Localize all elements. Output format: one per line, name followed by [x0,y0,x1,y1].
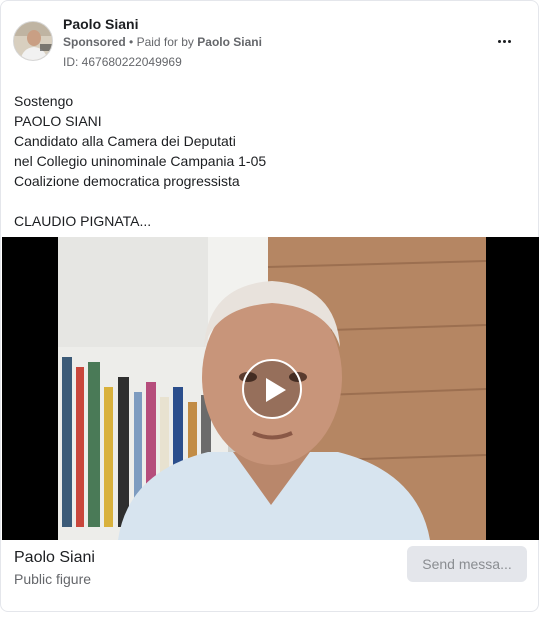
body-line: PAOLO SIANI [14,113,102,129]
more-horizontal-icon [497,39,512,43]
avatar[interactable] [13,21,53,61]
ad-body-text: Sostengo PAOLO SIANI Candidato alla Came… [14,91,525,231]
play-button[interactable] [242,359,302,419]
body-line: Coalizione democratica progressista [14,173,240,189]
body-line [14,191,525,211]
body-line: nel Collegio uninominale Campania 1-05 [14,153,267,169]
sponsor-line: Sponsored • Paid for by Paolo Siani [63,35,262,49]
ad-footer: Paolo Siani Public figure Send messa... [1,541,539,611]
send-message-button[interactable]: Send messa... [407,546,527,582]
page-name[interactable]: Paolo Siani [63,16,138,32]
body-line: Candidato alla Camera dei Deputati [14,133,236,149]
ad-header: Paolo Siani Sponsored • Paid for by Paol… [13,15,526,71]
sponsored-label: Sponsored [63,35,126,49]
ad-id: ID: 467680222049969 [63,55,182,69]
avatar-image [14,22,52,60]
paid-for-name: Paolo Siani [197,35,262,49]
footer-page-category: Public figure [14,571,92,587]
more-options-button[interactable] [490,29,518,53]
footer-page-name[interactable]: Paolo Siani [14,549,95,567]
body-line: Sostengo [14,93,74,109]
paid-for-label: Paid for by [136,35,194,49]
video-player[interactable] [2,237,539,540]
ad-card: Paolo Siani Sponsored • Paid for by Paol… [0,0,539,612]
play-icon [266,378,286,402]
separator-dot: • [129,35,134,49]
body-line-truncated[interactable]: CLAUDIO PIGNATA... [14,211,525,231]
